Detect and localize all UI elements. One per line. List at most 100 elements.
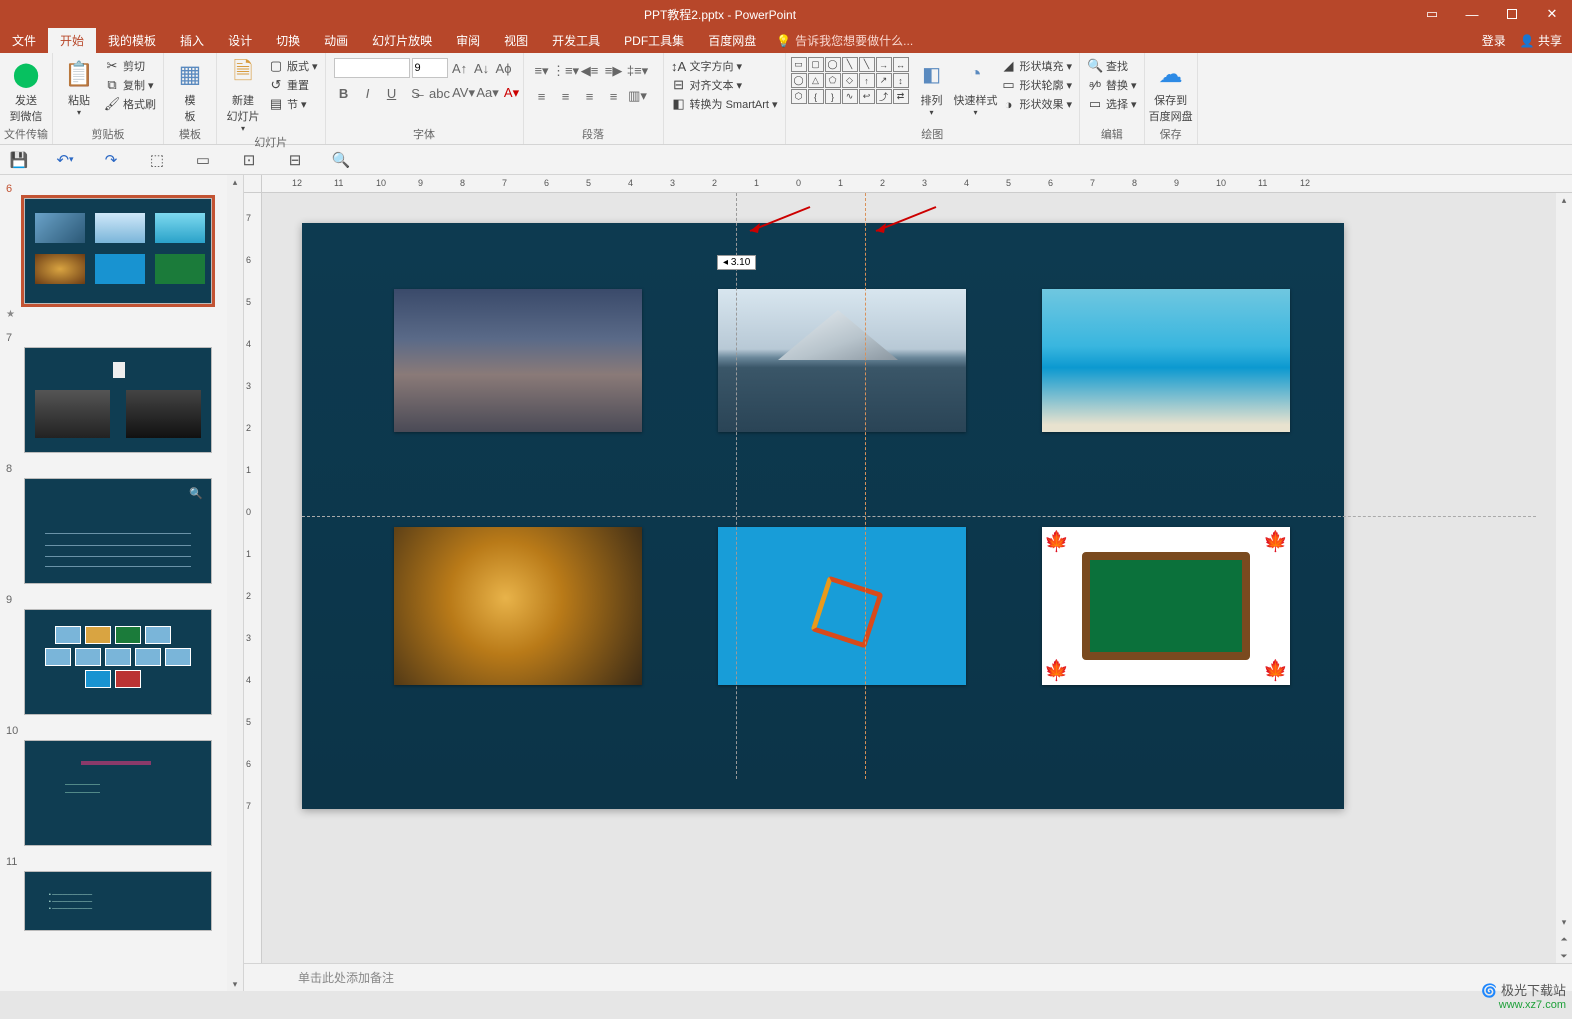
bullets-button[interactable]: ≡▾	[532, 61, 552, 81]
quick-styles-button[interactable]: ◔ 快速样式 ▾	[954, 56, 998, 117]
decrease-font-icon[interactable]: A↓	[472, 58, 492, 78]
slide-image-mountain[interactable]	[718, 289, 966, 432]
scroll-up-icon[interactable]: ▴	[227, 175, 243, 189]
ribbon-options-icon[interactable]: ▭	[1412, 0, 1452, 28]
align-left-button[interactable]: ≡	[532, 86, 552, 106]
tab-slideshow[interactable]: 幻灯片放映	[360, 28, 444, 53]
thumbnail-7[interactable]: 7	[0, 324, 243, 455]
qat-icon-1[interactable]: ⬚	[146, 149, 168, 171]
minimize-button[interactable]: —	[1452, 0, 1492, 28]
qat-icon-2[interactable]: ▭	[192, 149, 214, 171]
find-button[interactable]: 🔍查找	[1087, 58, 1137, 74]
indent-increase-button[interactable]: ≡▶	[604, 61, 624, 81]
arrange-button[interactable]: ◧ 排列 ▾	[910, 56, 954, 117]
save-to-netdisk-button[interactable]: ☁ 保存到 百度网盘	[1149, 56, 1193, 124]
tab-developer[interactable]: 开发工具	[540, 28, 612, 53]
maximize-button[interactable]	[1492, 0, 1532, 28]
tab-design[interactable]: 设计	[216, 28, 264, 53]
close-button[interactable]: ✕	[1532, 0, 1572, 28]
guide-line-center[interactable]	[865, 193, 866, 779]
char-spacing-button[interactable]: AV▾	[454, 83, 474, 103]
login-button[interactable]: 登录	[1482, 32, 1506, 49]
thumbnail-9[interactable]: 9	[0, 586, 243, 717]
thumbnail-6[interactable]: 6 ★	[0, 175, 243, 324]
font-size-select[interactable]	[412, 58, 448, 78]
font-family-select[interactable]	[334, 58, 410, 78]
thumbnail-8[interactable]: 8 🔍	[0, 455, 243, 586]
slide-image-leaf[interactable]	[394, 527, 642, 685]
paste-button[interactable]: 📋 粘贴 ▾	[57, 56, 101, 117]
clear-format-icon[interactable]: Aϕ	[494, 58, 514, 78]
columns-button[interactable]: ▥▾	[628, 86, 648, 106]
reset-button[interactable]: ↺重置	[268, 77, 318, 93]
tab-my-templates[interactable]: 我的模板	[96, 28, 168, 53]
canvas-scrollbar[interactable]: ▴ ▾ ⏶ ⏷	[1556, 193, 1572, 963]
increase-font-icon[interactable]: A↑	[450, 58, 470, 78]
font-color-button[interactable]: A▾	[502, 83, 522, 103]
strikethrough-button[interactable]: S̶	[406, 83, 426, 103]
shadow-button[interactable]: abc	[430, 83, 450, 103]
new-slide-button[interactable]: 🗎 新建 幻灯片 ▾	[221, 56, 265, 133]
scroll-down-icon[interactable]: ▾	[1556, 915, 1572, 929]
tell-me[interactable]: 💡 告诉我您想要做什么...	[768, 28, 1471, 53]
italic-button[interactable]: I	[358, 83, 378, 103]
tab-animations[interactable]: 动画	[312, 28, 360, 53]
underline-button[interactable]: U	[382, 83, 402, 103]
shapes-gallery[interactable]: ▭▢◯╲╲→↔ ◯△⬠◇↑↗↕ ⬡{}∿↩⤴⇄	[790, 56, 910, 105]
thumbnail-scrollbar[interactable]: ▴ ▾	[227, 175, 243, 991]
indent-decrease-button[interactable]: ◀≡	[580, 61, 600, 81]
tab-view[interactable]: 视图	[492, 28, 540, 53]
scroll-up-icon[interactable]: ▴	[1556, 193, 1572, 207]
section-button[interactable]: ▤节 ▾	[268, 96, 318, 112]
bold-button[interactable]: B	[334, 83, 354, 103]
shape-outline-button[interactable]: ▭形状轮廓 ▾	[1001, 77, 1073, 93]
tab-pdf-tools[interactable]: PDF工具集	[612, 28, 696, 53]
align-right-button[interactable]: ≡	[580, 86, 600, 106]
align-text-button[interactable]: ⊟对齐文本 ▾	[671, 77, 778, 93]
tab-review[interactable]: 审阅	[444, 28, 492, 53]
slide-canvas[interactable]: 🍁 🍁 🍁 🍁 ◂ 3.10	[262, 193, 1556, 963]
qat-icon-4[interactable]: ⊟	[284, 149, 306, 171]
select-button[interactable]: ▭选择 ▾	[1087, 96, 1137, 112]
notes-pane[interactable]: 单击此处添加备注	[244, 963, 1572, 991]
change-case-button[interactable]: Aa▾	[478, 83, 498, 103]
cut-button[interactable]: ✂剪切	[104, 58, 156, 74]
thumbnail-10[interactable]: 10 ——————————————	[0, 717, 243, 848]
replace-button[interactable]: ᵃ⁄ᵇ替换 ▾	[1087, 77, 1137, 93]
qat-icon-5[interactable]: 🔍	[330, 149, 352, 171]
copy-button[interactable]: ⧉复制 ▾	[104, 77, 156, 93]
tab-transitions[interactable]: 切换	[264, 28, 312, 53]
layout-button[interactable]: ▢版式 ▾	[268, 58, 318, 74]
prev-slide-icon[interactable]: ⏶	[1556, 932, 1572, 946]
slide-image-office-logo[interactable]	[718, 527, 966, 685]
line-spacing-button[interactable]: ‡≡▾	[628, 61, 648, 81]
tab-home[interactable]: 开始	[48, 28, 96, 53]
slide-image-cityscape[interactable]	[394, 289, 642, 432]
thumbnail-11[interactable]: 11 • ————————• ————————• ————————	[0, 848, 243, 933]
justify-button[interactable]: ≡	[604, 86, 624, 106]
tab-baidu-netdisk[interactable]: 百度网盘	[696, 28, 768, 53]
send-to-wechat-button[interactable]: ⬤ 发送 到微信	[4, 56, 48, 124]
slide-image-chalkboard[interactable]: 🍁 🍁 🍁 🍁	[1042, 527, 1290, 685]
horizontal-ruler[interactable]: 1211109876543210123456789101112	[262, 175, 1572, 193]
save-button[interactable]: 💾	[8, 149, 30, 171]
tab-file[interactable]: 文件	[0, 28, 48, 53]
text-direction-button[interactable]: ↕A文字方向 ▾	[671, 58, 778, 74]
shape-fill-button[interactable]: ◢形状填充 ▾	[1001, 58, 1073, 74]
templates-button[interactable]: ▦ 模 板	[168, 56, 212, 124]
guide-line-horizontal[interactable]	[302, 516, 1536, 517]
numbering-button[interactable]: ⋮≡▾	[556, 61, 576, 81]
format-painter-button[interactable]: 🖌格式刷	[104, 96, 156, 112]
align-center-button[interactable]: ≡	[556, 86, 576, 106]
slide-image-beach[interactable]	[1042, 289, 1290, 432]
share-button[interactable]: 👤 共享	[1520, 32, 1562, 49]
shape-effects-button[interactable]: ◑形状效果 ▾	[1001, 96, 1073, 112]
scroll-down-icon[interactable]: ▾	[227, 977, 243, 991]
qat-icon-3[interactable]: ⊡	[238, 149, 260, 171]
next-slide-icon[interactable]: ⏷	[1556, 949, 1572, 963]
guide-line-vertical[interactable]	[736, 193, 737, 779]
undo-button[interactable]: ↶ ▾	[54, 149, 76, 171]
tab-insert[interactable]: 插入	[168, 28, 216, 53]
redo-button[interactable]: ↷	[100, 149, 122, 171]
vertical-ruler[interactable]: 765432101234567	[244, 193, 262, 963]
